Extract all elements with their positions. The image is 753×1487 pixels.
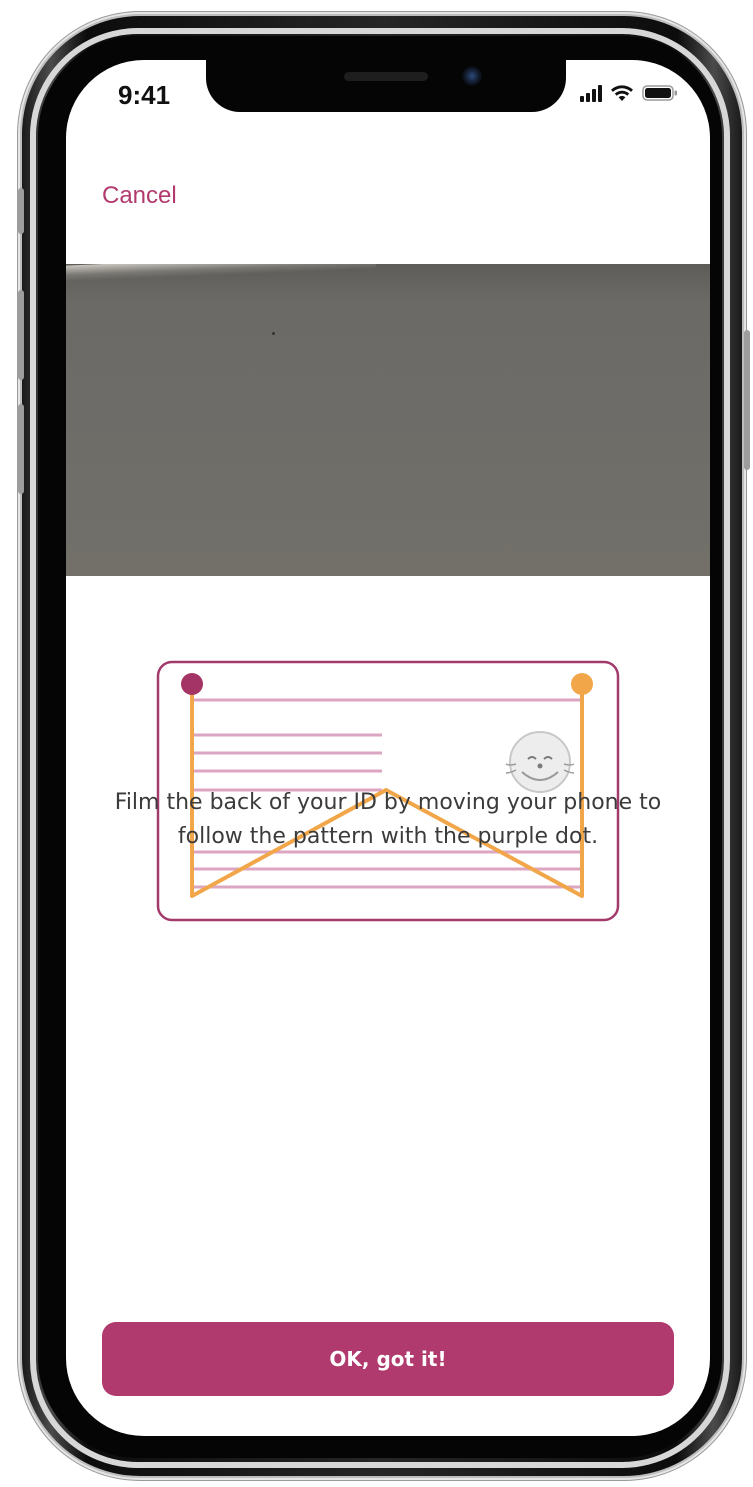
ok-got-it-button[interactable]: OK, got it!: [102, 1322, 674, 1396]
mute-switch: [18, 188, 24, 234]
volume-down-button: [18, 404, 24, 494]
device-mockup: 9:41 Cancel Film the back of your ID by …: [0, 0, 753, 1487]
battery-icon: [642, 85, 677, 101]
status-time: 9:41: [118, 80, 171, 110]
instruction-text: Film the back of your ID by moving your …: [114, 790, 662, 849]
notch: [206, 60, 566, 112]
front-camera: [462, 66, 482, 86]
status-icons: [580, 84, 678, 102]
power-button: [744, 330, 750, 470]
card-edge: [66, 264, 377, 282]
preview-speck: [272, 332, 275, 335]
cellular-signal-icon: [580, 84, 602, 102]
camera-preview: [66, 264, 710, 576]
earpiece-speaker: [344, 72, 428, 81]
volume-up-button: [18, 290, 24, 380]
wifi-icon: [611, 85, 633, 101]
cancel-button[interactable]: Cancel: [102, 182, 177, 210]
app-screen: 9:41 Cancel Film the back of your ID by …: [66, 60, 710, 1436]
